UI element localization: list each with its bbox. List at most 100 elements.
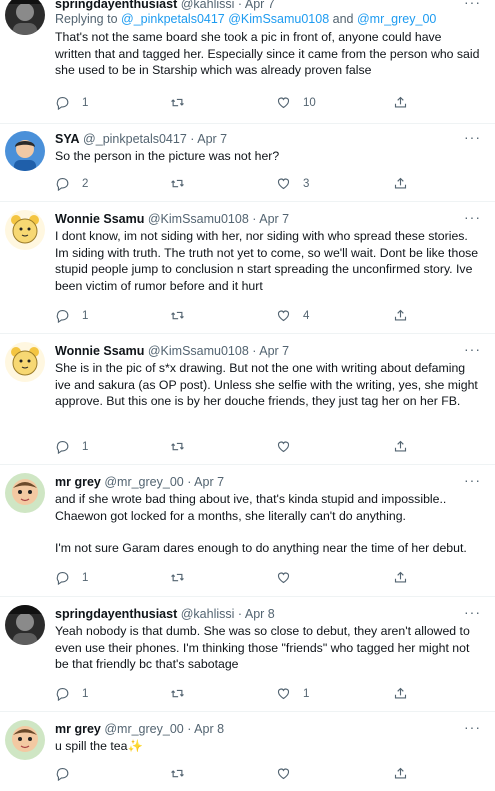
handle[interactable]: @kahlissi <box>181 0 235 11</box>
retweet-button[interactable] <box>170 176 197 191</box>
handle[interactable]: @kahlissi <box>181 607 235 621</box>
display-name[interactable]: springdayenthusiast <box>55 0 177 11</box>
more-options-icon[interactable]: ··· <box>464 473 481 487</box>
like-button[interactable] <box>276 766 303 781</box>
more-options-icon[interactable]: ··· <box>464 130 481 144</box>
handle[interactable]: @KimSsamu0108 <box>148 212 249 226</box>
tweet[interactable]: springdayenthusiast @kahlissi · Apr 7 ··… <box>0 0 495 124</box>
avatar-dark-photo[interactable] <box>5 0 45 35</box>
display-name[interactable]: Wonnie Ssamu <box>55 344 144 358</box>
tweet-header: mr grey @mr_grey_00 · Apr 8 ··· <box>55 719 481 736</box>
handle[interactable]: @KimSsamu0108 <box>148 344 249 358</box>
display-name[interactable]: springdayenthusiast <box>55 607 177 621</box>
avatar-cartoon-kid[interactable] <box>5 473 45 513</box>
like-button[interactable] <box>276 439 303 454</box>
share-button[interactable] <box>393 176 408 191</box>
reply-button[interactable]: 1 <box>55 570 88 585</box>
reply-icon <box>55 766 70 781</box>
avatar-dark-photo[interactable] <box>5 605 45 645</box>
retweet-button[interactable] <box>170 308 197 323</box>
share-button[interactable] <box>393 766 408 781</box>
tweet-date[interactable]: Apr 7 <box>194 475 224 489</box>
like-button[interactable]: 4 <box>276 308 309 323</box>
tweet-text: That's not the same board she took a pic… <box>55 30 480 77</box>
like-button[interactable] <box>276 570 303 585</box>
more-options-icon[interactable]: ··· <box>464 0 481 9</box>
like-button[interactable]: 10 <box>276 95 316 110</box>
tweet[interactable]: Wonnie Ssamu @KimSsamu0108 · Apr 7 ··· I… <box>0 202 495 334</box>
avatar-blue-photo[interactable] <box>5 131 45 171</box>
tweet[interactable]: SYA @_pinkpetals0417 · Apr 7 ··· So the … <box>0 124 495 202</box>
avatar-cartoon-bear[interactable] <box>5 342 45 382</box>
reply-button[interactable]: 1 <box>55 686 88 701</box>
reply-button[interactable]: 1 <box>55 95 88 110</box>
display-name[interactable]: mr grey <box>55 475 101 489</box>
tweet-actions: 1 <box>55 570 415 586</box>
reply-button[interactable]: 1 <box>55 439 88 454</box>
more-options-icon[interactable]: ··· <box>464 720 481 734</box>
retweet-button[interactable] <box>170 570 197 585</box>
reply-button[interactable]: 2 <box>55 176 88 191</box>
tweet[interactable]: mr grey @mr_grey_00 · Apr 7 ··· and if s… <box>0 465 495 597</box>
heart-icon <box>276 439 291 454</box>
share-icon <box>393 570 408 585</box>
replying-to: Replying to @_pinkpetals0417 @KimSsamu01… <box>55 12 437 26</box>
share-button[interactable] <box>393 570 408 585</box>
avatar-cartoon-kid[interactable] <box>5 720 45 760</box>
avatar-cartoon-bear[interactable] <box>5 210 45 250</box>
more-options-icon[interactable]: ··· <box>464 210 481 224</box>
tweet-date[interactable]: Apr 8 <box>194 722 224 736</box>
share-button[interactable] <box>393 308 408 323</box>
reply-icon <box>55 308 70 323</box>
display-name[interactable]: Wonnie Ssamu <box>55 212 144 226</box>
reply-button[interactable]: 1 <box>55 308 88 323</box>
tweet[interactable]: mr grey @mr_grey_00 · Apr 8 ··· u spill … <box>0 712 495 791</box>
more-options-icon[interactable]: ··· <box>464 605 481 619</box>
tweet-date[interactable]: Apr 7 <box>197 132 227 146</box>
tweet-text: u spill the tea✨ <box>55 739 143 753</box>
tweet-header: Wonnie Ssamu @KimSsamu0108 · Apr 7 ··· <box>55 341 481 358</box>
tweet[interactable]: springdayenthusiast @kahlissi · Apr 8 ··… <box>0 597 495 712</box>
like-button[interactable]: 1 <box>276 686 309 701</box>
tweet[interactable]: Wonnie Ssamu @KimSsamu0108 · Apr 7 ··· S… <box>0 334 495 465</box>
retweet-button[interactable] <box>170 439 197 454</box>
handle[interactable]: @mr_grey_00 <box>104 722 183 736</box>
reply-mention-last[interactable]: @mr_grey_00 <box>357 12 436 26</box>
handle[interactable]: @mr_grey_00 <box>104 475 183 489</box>
retweet-icon <box>170 308 185 323</box>
tweet-actions: 1 1 <box>55 686 415 702</box>
reply-icon <box>55 95 70 110</box>
retweet-button[interactable] <box>170 686 197 701</box>
share-button[interactable] <box>393 95 408 110</box>
reply-icon <box>55 176 70 191</box>
share-icon <box>393 686 408 701</box>
share-icon <box>393 439 408 454</box>
heart-icon <box>276 686 291 701</box>
retweet-icon <box>170 570 185 585</box>
like-button[interactable]: 3 <box>276 176 309 191</box>
handle[interactable]: @_pinkpetals0417 <box>83 132 187 146</box>
reply-button[interactable] <box>55 766 82 781</box>
retweet-button[interactable] <box>170 766 197 781</box>
reply-icon <box>55 570 70 585</box>
heart-icon <box>276 308 291 323</box>
share-button[interactable] <box>393 439 408 454</box>
retweet-icon <box>170 766 185 781</box>
heart-icon <box>276 570 291 585</box>
tweet-date[interactable]: Apr 7 <box>259 344 289 358</box>
reply-icon <box>55 686 70 701</box>
retweet-button[interactable] <box>170 95 197 110</box>
tweet-date[interactable]: Apr 7 <box>259 212 289 226</box>
display-name[interactable]: mr grey <box>55 722 101 736</box>
tweet-date[interactable]: Apr 7 <box>245 0 275 11</box>
display-name[interactable]: SYA <box>55 132 80 146</box>
share-icon <box>393 308 408 323</box>
tweet-date[interactable]: Apr 8 <box>245 607 275 621</box>
tweet-actions <box>55 766 415 782</box>
tweet-header: Wonnie Ssamu @KimSsamu0108 · Apr 7 ··· <box>55 209 481 226</box>
reply-mentions[interactable]: @_pinkpetals0417 @KimSsamu0108 <box>121 12 329 26</box>
share-button[interactable] <box>393 686 408 701</box>
tweet-header: springdayenthusiast @kahlissi · Apr 7 ··… <box>55 0 481 11</box>
tweet-actions: 2 3 <box>55 176 415 192</box>
more-options-icon[interactable]: ··· <box>464 342 481 356</box>
